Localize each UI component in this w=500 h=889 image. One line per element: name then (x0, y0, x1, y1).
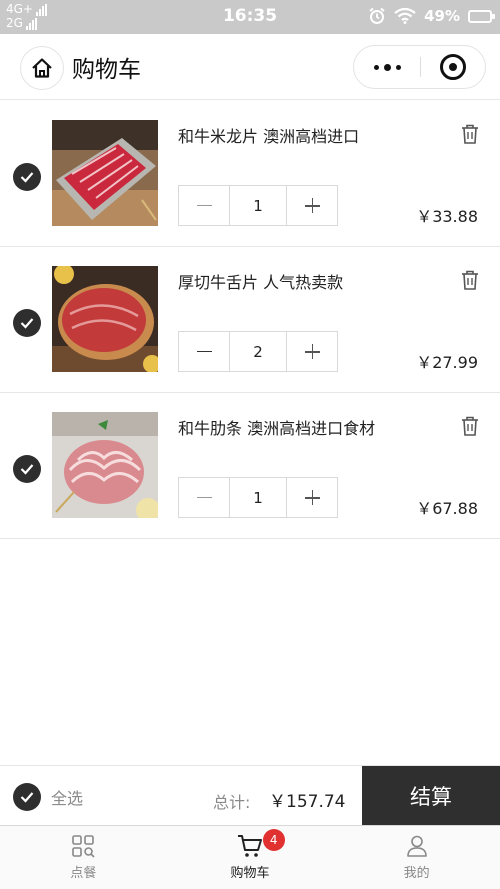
product-name: 和牛肋条 澳洲高档进口食材 (178, 419, 376, 438)
select-all-checkbox[interactable] (13, 783, 41, 811)
close-mini-program-button[interactable] (421, 46, 485, 88)
page-title: 购物车 (72, 57, 141, 83)
increase-button[interactable] (287, 332, 337, 371)
tab-profile[interactable]: 我的 (333, 826, 500, 889)
status-right: 49% (368, 7, 495, 25)
tab-label: 我的 (403, 866, 430, 881)
battery-percent: 49% (424, 7, 460, 25)
tab-order[interactable]: 点餐 (0, 826, 167, 889)
cart-item: 和牛米龙片 澳洲高档进口 1 ￥33.88 (0, 101, 500, 247)
product-name: 和牛米龙片 澳洲高档进口 (178, 127, 360, 146)
alarm-icon (369, 7, 385, 24)
cart-item: 厚切牛舌片 人气热卖款 2 ￥27.99 (0, 247, 500, 393)
cart-count-badge: 4 (262, 829, 285, 851)
product-price: ￥67.88 (416, 499, 478, 518)
beef-tongue-image (52, 266, 158, 372)
minus-icon (196, 204, 212, 207)
item-checkbox[interactable] (13, 309, 41, 337)
checkout-bar: 全选 总计: ￥157.74 结算 (0, 765, 500, 825)
item-checkbox[interactable] (13, 455, 41, 483)
home-icon (32, 58, 52, 78)
plus-icon (304, 490, 320, 505)
home-button[interactable] (20, 46, 64, 90)
tab-label: 点餐 (70, 866, 97, 881)
wifi-icon (394, 8, 416, 24)
product-image[interactable] (52, 120, 158, 226)
total-value: ￥157.74 (269, 792, 346, 812)
status-bar: 4G+ 2G 16:35 49% (0, 0, 500, 34)
trash-icon[interactable] (459, 269, 481, 291)
beef-slices-image (52, 120, 158, 226)
trash-icon[interactable] (459, 415, 481, 437)
quantity-value[interactable]: 2 (230, 332, 287, 371)
increase-button[interactable] (287, 478, 337, 517)
tab-label: 购物车 (230, 866, 270, 881)
tab-cart[interactable]: 4 购物车 (167, 826, 334, 889)
quantity-value[interactable]: 1 (230, 186, 287, 225)
quantity-value[interactable]: 1 (230, 478, 287, 517)
minus-icon (196, 350, 212, 353)
decrease-button[interactable] (179, 478, 230, 517)
minus-icon (196, 496, 212, 499)
battery-icon (468, 9, 495, 23)
decrease-button[interactable] (179, 332, 230, 371)
trash-icon[interactable] (459, 123, 481, 145)
target-icon (440, 54, 466, 80)
total-label: 总计: (213, 793, 251, 812)
cart-item: 和牛肋条 澳洲高档进口食材 1 ￥67.88 (0, 393, 500, 539)
plus-icon (304, 344, 320, 359)
checkmark-icon (20, 464, 34, 475)
product-price: ￥33.88 (416, 207, 478, 226)
cart-icon (238, 835, 262, 857)
item-checkbox[interactable] (13, 163, 41, 191)
quantity-stepper: 1 (178, 185, 338, 226)
select-all-label[interactable]: 全选 (51, 785, 83, 809)
grid-search-icon (72, 835, 95, 858)
product-price: ￥27.99 (416, 353, 478, 372)
plus-icon (304, 198, 320, 213)
quantity-stepper: 1 (178, 477, 338, 518)
product-image[interactable] (52, 412, 158, 518)
tab-bar: 点餐 4 购物车 我的 (0, 825, 500, 889)
product-name: 厚切牛舌片 人气热卖款 (178, 273, 344, 292)
page-header: 购物车 (0, 34, 500, 100)
more-button[interactable] (354, 46, 420, 88)
quantity-stepper: 2 (178, 331, 338, 372)
product-image[interactable] (52, 266, 158, 372)
increase-button[interactable] (287, 186, 337, 225)
checkmark-icon (20, 172, 34, 183)
person-icon (406, 835, 427, 857)
decrease-button[interactable] (179, 186, 230, 225)
checkmark-icon (20, 792, 34, 803)
more-dots-icon (373, 64, 379, 70)
checkmark-icon (20, 318, 34, 329)
rolled-beef-image (52, 412, 158, 518)
mini-program-capsule (353, 45, 486, 89)
checkout-button[interactable]: 结算 (362, 766, 500, 825)
